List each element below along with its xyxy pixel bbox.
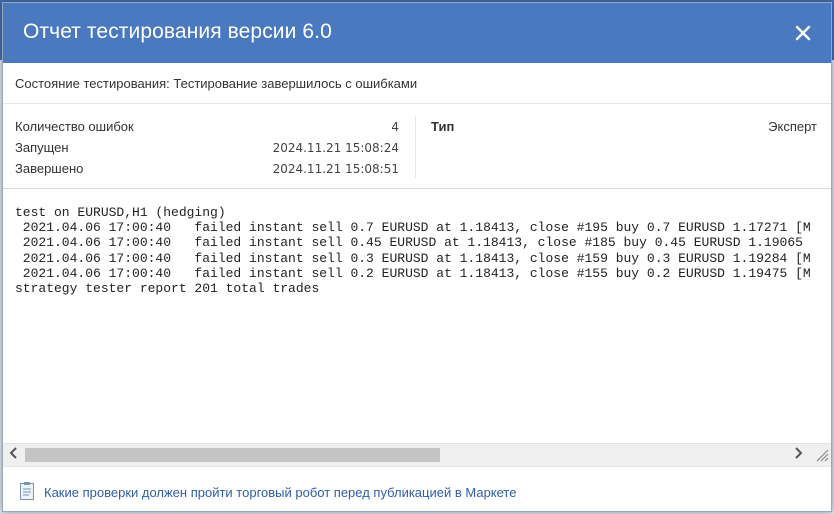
- log-line: 2021.04.06 17:00:40 failed instant sell …: [15, 251, 811, 266]
- scroll-left-button[interactable]: [5, 446, 23, 464]
- test-report-dialog: Отчет тестирования версии 6.0 Состояние …: [2, 2, 832, 512]
- info-divider: [415, 116, 416, 178]
- horizontal-scrollbar[interactable]: [3, 443, 831, 466]
- dialog-titlebar: Отчет тестирования версии 6.0: [3, 3, 831, 63]
- test-status-row: Состояние тестирования: Тестирование зав…: [3, 63, 831, 104]
- errors-count-label: Количество ошибок: [15, 119, 134, 134]
- finished-label: Завершено: [15, 161, 84, 176]
- errors-count-value: 4: [391, 120, 399, 134]
- log-line: test on EURUSD,H1 (hedging): [15, 205, 226, 220]
- log-line: 2021.04.06 17:00:40 failed instant sell …: [15, 220, 811, 235]
- log-line: 2021.04.06 17:00:40 failed instant sell …: [15, 266, 811, 281]
- finished-value: 2024.11.21 15:08:51: [272, 162, 399, 176]
- help-link[interactable]: Какие проверки должен пройти торговый ро…: [44, 485, 516, 500]
- resize-grip-icon[interactable]: [813, 446, 829, 462]
- close-icon: [795, 25, 811, 41]
- type-label: Тип: [431, 119, 455, 134]
- type-value: Эксперт: [768, 119, 817, 134]
- chevron-right-icon: [795, 447, 803, 459]
- test-info-panel: Количество ошибок 4 Запущен 2024.11.21 1…: [3, 104, 831, 189]
- test-status-text: Состояние тестирования: Тестирование зав…: [15, 76, 418, 91]
- dialog-title: Отчет тестирования версии 6.0: [23, 20, 332, 43]
- log-line: 2021.04.06 17:00:40 failed instant sell …: [15, 235, 803, 250]
- dialog-footer: Какие проверки должен пройти торговый ро…: [3, 466, 831, 511]
- close-button[interactable]: [789, 18, 817, 46]
- started-value: 2024.11.21 15:08:24: [272, 141, 399, 155]
- started-label: Запущен: [15, 140, 69, 155]
- chevron-left-icon: [9, 447, 17, 459]
- test-log-area[interactable]: test on EURUSD,H1 (hedging) 2021.04.06 1…: [3, 189, 831, 443]
- scrollbar-thumb[interactable]: [25, 448, 440, 462]
- log-line: strategy tester report 201 total trades: [15, 281, 320, 296]
- document-icon: [20, 482, 34, 500]
- scroll-right-button[interactable]: [789, 446, 807, 464]
